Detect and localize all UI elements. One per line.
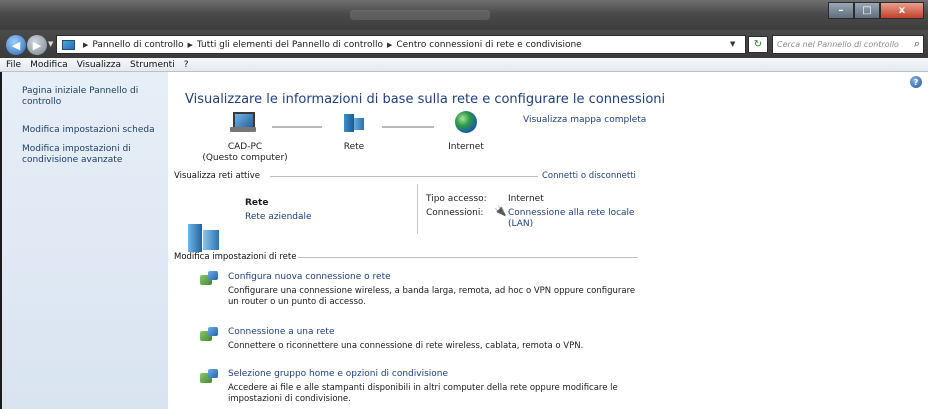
internet-label: Internet bbox=[448, 142, 484, 152]
connection-line bbox=[272, 126, 322, 128]
task-homegroup[interactable]: Selezione gruppo home e opzioni di condi… bbox=[228, 369, 448, 379]
task-new-connection-desc: Configurare una connessione wireless, a … bbox=[228, 286, 636, 307]
address-row: ◀ ▶ ▼ ▶ Pannello di controllo ▶ Tutti gl… bbox=[0, 30, 928, 58]
network-icon[interactable] bbox=[342, 112, 366, 134]
minimize-button[interactable]: – bbox=[828, 2, 854, 19]
title-blur bbox=[350, 10, 490, 20]
search-input[interactable]: Cerca nel Pannello di controllo ⌕ bbox=[772, 35, 924, 54]
task-connect-network-desc: Connettere o riconnettere una connession… bbox=[228, 341, 584, 351]
chevron-right-icon[interactable]: ▶ bbox=[387, 41, 392, 49]
access-type-value: Internet bbox=[508, 194, 544, 204]
access-type-label: Tipo accesso: bbox=[426, 194, 487, 204]
menu-file[interactable]: File bbox=[6, 60, 21, 70]
sidebar-item-sharing-settings[interactable]: Modifica impostazioni di condivisione av… bbox=[22, 144, 162, 166]
globe-icon[interactable] bbox=[455, 111, 477, 133]
new-connection-icon bbox=[200, 271, 220, 289]
pc-subtitle: (Questo computer) bbox=[202, 153, 288, 163]
network-settings-title: Modifica impostazioni di rete bbox=[174, 252, 297, 262]
address-bar[interactable]: ▶ Pannello di controllo ▶ Tutti gli elem… bbox=[56, 35, 746, 54]
active-networks-title: Visualizza reti attive bbox=[174, 171, 261, 181]
full-map-link[interactable]: Visualizza mappa completa bbox=[523, 115, 646, 125]
chevron-right-icon[interactable]: ▶ bbox=[188, 41, 193, 49]
menu-help[interactable]: ? bbox=[184, 60, 189, 70]
sidebar-item-adapter-settings[interactable]: Modifica impostazioni scheda bbox=[22, 125, 162, 136]
refresh-icon[interactable]: ↻ bbox=[748, 36, 768, 53]
divider bbox=[298, 257, 638, 258]
network-label: Rete bbox=[343, 142, 365, 152]
breadcrumb-control-panel[interactable]: Pannello di controllo bbox=[92, 40, 183, 50]
title-bar: – □ x bbox=[0, 0, 928, 30]
control-panel-icon bbox=[61, 39, 75, 51]
menu-bar: File Modifica Visualizza Strumenti ? bbox=[0, 58, 928, 72]
help-icon[interactable]: ? bbox=[910, 76, 922, 88]
connections-label: Connessioni: bbox=[426, 208, 484, 218]
page-title: Visualizzare le informazioni di base sul… bbox=[185, 92, 666, 107]
pc-label: CAD-PC (Questo computer) bbox=[200, 142, 290, 164]
lan-connection-line1: Connessione alla rete locale bbox=[508, 208, 635, 218]
network-icon bbox=[188, 222, 222, 252]
search-placeholder: Cerca nel Pannello di controllo bbox=[777, 40, 899, 49]
breadcrumb-network-center[interactable]: Centro connessioni di rete e condivision… bbox=[396, 40, 581, 50]
chevron-right-icon[interactable]: ▶ bbox=[83, 41, 88, 49]
menu-modifica[interactable]: Modifica bbox=[30, 60, 68, 70]
close-button[interactable]: x bbox=[880, 2, 924, 19]
sidebar-item-home[interactable]: Pagina iniziale Pannello di controllo bbox=[22, 86, 162, 108]
computer-icon[interactable] bbox=[230, 112, 256, 134]
search-icon[interactable]: ⌕ bbox=[914, 37, 920, 51]
breadcrumb-all-items[interactable]: Tutti gli elementi del Pannello di contr… bbox=[197, 40, 383, 50]
connection-line bbox=[382, 126, 434, 128]
network-type-link[interactable]: Rete aziendale bbox=[245, 212, 312, 222]
main-content: ? Visualizzare le informazioni di base s… bbox=[170, 72, 928, 409]
window-controls: – □ x bbox=[828, 2, 924, 19]
address-dropdown-icon[interactable]: ▼ bbox=[730, 40, 735, 48]
active-network-name: Rete bbox=[245, 198, 269, 208]
task-connect-network[interactable]: Connessione a una rete bbox=[228, 327, 335, 337]
sidebar: Pagina iniziale Pannello di controllo Mo… bbox=[0, 72, 168, 409]
back-button[interactable]: ◀ bbox=[6, 35, 26, 55]
homegroup-icon bbox=[200, 369, 220, 387]
divider bbox=[417, 184, 418, 234]
menu-visualizza[interactable]: Visualizza bbox=[77, 60, 121, 70]
menu-strumenti[interactable]: Strumenti bbox=[130, 60, 175, 70]
pc-name: CAD-PC bbox=[227, 142, 263, 152]
connect-disconnect-link[interactable]: Connetti o disconnetti bbox=[542, 171, 636, 181]
forward-button[interactable]: ▶ bbox=[27, 35, 47, 55]
task-new-connection[interactable]: Configura nuova connessione o rete bbox=[228, 272, 391, 282]
history-dropdown-icon[interactable]: ▼ bbox=[48, 40, 53, 48]
connect-network-icon bbox=[200, 327, 220, 345]
divider bbox=[270, 176, 538, 177]
lan-connection-line2: (LAN) bbox=[508, 219, 534, 229]
lan-connection-link[interactable]: Connessione alla rete locale (LAN) bbox=[508, 208, 635, 230]
task-homegroup-desc: Accedere ai file e alle stampanti dispon… bbox=[228, 383, 618, 404]
maximize-button[interactable]: □ bbox=[854, 2, 880, 19]
lan-plug-icon: 🔌 bbox=[494, 206, 507, 217]
